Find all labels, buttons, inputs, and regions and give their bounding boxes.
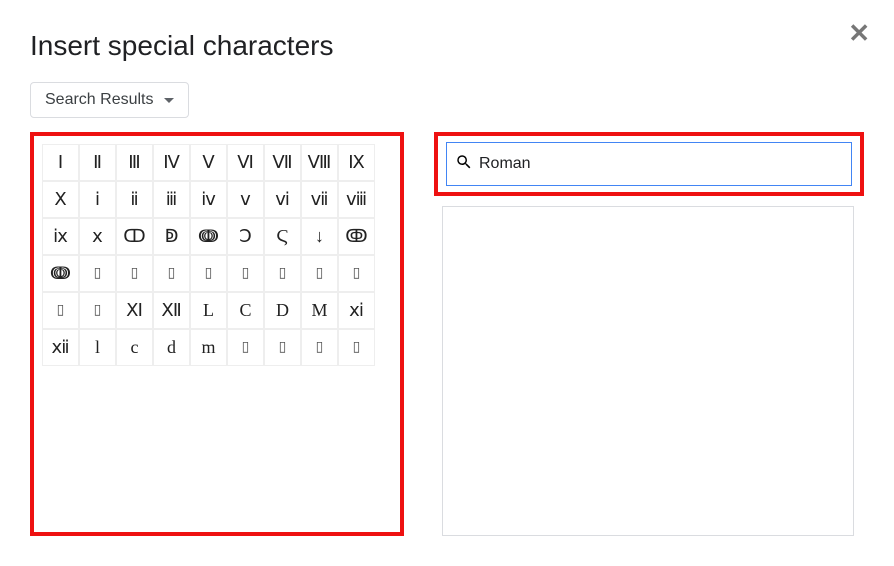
character-cell[interactable]: ⅹ (79, 218, 116, 255)
character-cell[interactable]: L (190, 292, 227, 329)
character-cell[interactable]: ↈ (42, 255, 79, 292)
character-cell[interactable]: d (153, 329, 190, 366)
character-cell[interactable]: Ⅰ (42, 144, 79, 181)
character-cell[interactable]: c (116, 329, 153, 366)
character-cell[interactable]: Ϛ (264, 218, 301, 255)
character-cell[interactable]: ⅰ (79, 181, 116, 218)
character-cell[interactable]: ▯ (79, 292, 116, 329)
character-cell[interactable]: ▯ (227, 255, 264, 292)
character-cell[interactable]: Ⅳ (153, 144, 190, 181)
character-cell[interactable]: D (264, 292, 301, 329)
character-cell[interactable]: ⅷ (338, 181, 375, 218)
character-cell[interactable]: Ⅹ (42, 181, 79, 218)
character-cell[interactable]: ▯ (338, 255, 375, 292)
character-cell[interactable]: ▯ (190, 255, 227, 292)
character-cell[interactable]: m (190, 329, 227, 366)
character-cell[interactable]: ↁ (153, 218, 190, 255)
dialog-title: Insert special characters (30, 30, 864, 62)
character-cell[interactable]: ▯ (153, 255, 190, 292)
character-cell[interactable]: Ⅵ (227, 144, 264, 181)
character-cell[interactable]: ⅳ (190, 181, 227, 218)
chevron-down-icon (164, 98, 174, 103)
character-cell[interactable]: Ⅲ (116, 144, 153, 181)
close-icon: ✕ (848, 18, 870, 48)
character-cell[interactable]: ▯ (338, 329, 375, 366)
character-cell[interactable]: ▯ (301, 255, 338, 292)
character-cell[interactable]: Ⅻ (153, 292, 190, 329)
character-cell[interactable]: ▯ (227, 329, 264, 366)
character-cell[interactable]: ↂ (338, 218, 375, 255)
character-cell[interactable]: ▯ (79, 255, 116, 292)
character-cell[interactable]: ↓ (301, 218, 338, 255)
character-cell[interactable]: ▯ (116, 255, 153, 292)
character-cell[interactable]: ▯ (301, 329, 338, 366)
character-cell[interactable]: Ⅱ (79, 144, 116, 181)
character-cell[interactable]: Ⅶ (264, 144, 301, 181)
character-cell[interactable]: ⅴ (227, 181, 264, 218)
search-icon (455, 153, 473, 176)
character-cell[interactable]: ▯ (264, 329, 301, 366)
character-cell[interactable]: Ↄ (227, 218, 264, 255)
character-cell[interactable]: M (301, 292, 338, 329)
character-cell[interactable]: C (227, 292, 264, 329)
character-cell[interactable]: Ⅷ (301, 144, 338, 181)
search-box[interactable] (446, 142, 852, 186)
character-cell[interactable]: ⅻ (42, 329, 79, 366)
character-cell[interactable]: l (79, 329, 116, 366)
character-cell[interactable]: ▯ (264, 255, 301, 292)
character-cell[interactable]: ↀ (116, 218, 153, 255)
character-cell[interactable]: Ⅸ (338, 144, 375, 181)
search-highlight-box (434, 132, 864, 196)
character-cell[interactable]: ↈ (190, 218, 227, 255)
draw-panel[interactable] (442, 206, 854, 536)
character-cell[interactable]: ⅲ (153, 181, 190, 218)
character-grid: ⅠⅡⅢⅣⅤⅥⅦⅧⅨⅩⅰⅱⅲⅳⅴⅵⅶⅷⅸⅹↀↁↈↃϚ↓ↂↈ▯▯▯▯▯▯▯▯▯▯ⅪⅫ… (42, 144, 392, 366)
character-cell[interactable]: Ⅴ (190, 144, 227, 181)
category-dropdown[interactable]: Search Results (30, 82, 189, 118)
character-results-panel: ⅠⅡⅢⅣⅤⅥⅦⅧⅨⅩⅰⅱⅲⅳⅴⅵⅶⅷⅸⅹↀↁↈↃϚ↓ↂↈ▯▯▯▯▯▯▯▯▯▯ⅪⅫ… (30, 132, 404, 536)
search-input[interactable] (473, 154, 843, 174)
character-cell[interactable]: ⅵ (264, 181, 301, 218)
character-cell[interactable]: ▯ (42, 292, 79, 329)
close-button[interactable]: ✕ (848, 20, 870, 46)
character-cell[interactable]: ⅱ (116, 181, 153, 218)
character-cell[interactable]: ⅸ (42, 218, 79, 255)
character-cell[interactable]: Ⅺ (116, 292, 153, 329)
character-cell[interactable]: ⅺ (338, 292, 375, 329)
dropdown-label: Search Results (45, 91, 154, 109)
character-cell[interactable]: ⅶ (301, 181, 338, 218)
